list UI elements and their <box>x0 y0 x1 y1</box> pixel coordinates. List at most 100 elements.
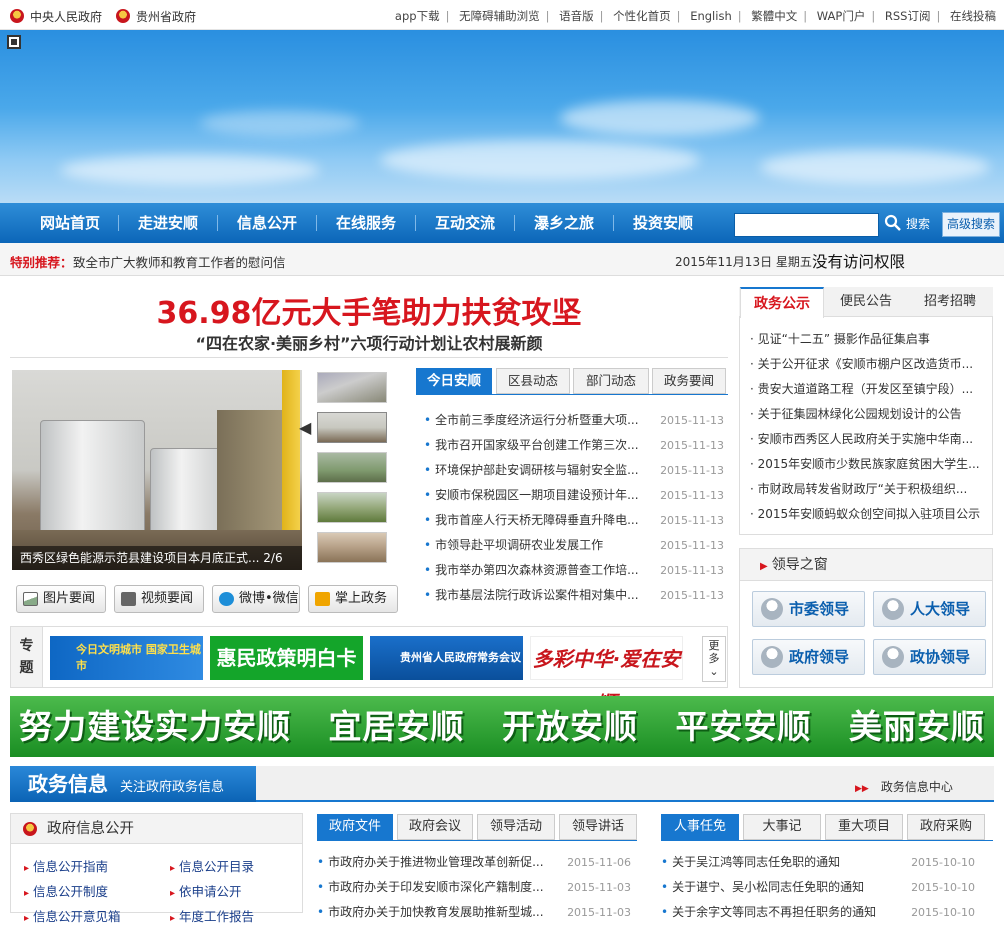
tab-major-projects[interactable]: 重大项目 <box>825 814 903 840</box>
national-emblem-icon <box>116 9 130 23</box>
link-info-feedback[interactable]: 信息公开意见箱 <box>24 906 121 925</box>
link-annual-report[interactable]: 年度工作报告 <box>170 906 254 925</box>
link-app-download[interactable]: app下载 <box>395 9 440 23</box>
advanced-search-button[interactable]: 高级搜索 <box>942 212 1000 237</box>
topic-banner-love-anshun[interactable]: 多彩中华·爱在安顺 <box>530 636 683 715</box>
topic-banner-policy-card[interactable]: 惠民政策明白卡 <box>210 636 363 680</box>
photo-thumbnail[interactable] <box>317 492 387 523</box>
photo-thumbnail[interactable] <box>317 452 387 483</box>
tab-chronicle[interactable]: 大事记 <box>743 814 821 840</box>
leader-cppcc-button[interactable]: 政协领导 <box>873 639 986 675</box>
tab-personnel[interactable]: 人事任免 <box>661 814 739 840</box>
news-item[interactable]: • 我市基层法院行政诉讼案件相对集中... 2015-11-13 <box>424 583 724 608</box>
link-rss[interactable]: RSS订阅 <box>885 9 931 23</box>
announcement-item[interactable]: · 2015年安顺蚂蚁众创空间拟入驻项目公示 <box>750 502 988 527</box>
recommend-link[interactable]: 致全市广大教师和教育工作者的慰问信 <box>73 252 286 271</box>
leader-party-committee-button[interactable]: 市委领导 <box>752 591 865 627</box>
link-personalized-home[interactable]: 个性化首页 <box>613 9 671 23</box>
announcement-item[interactable]: · 安顺市西秀区人民政府关于实施中华南... <box>750 427 988 452</box>
tab-gov-announcement[interactable]: 政务公示 <box>740 287 824 318</box>
slogan-banner: 努力建设实力安顺 宜居安顺 开放安顺 平安安顺 美丽安顺 <box>10 696 994 757</box>
tab-procurement[interactable]: 政府采购 <box>907 814 985 840</box>
recommend-label: 特别推荐： <box>10 255 73 270</box>
tab-gov-documents[interactable]: 政府文件 <box>317 814 393 840</box>
announcement-item[interactable]: · 市财政局转发省财政厅“关于积极组织... <box>750 477 988 502</box>
headline-title[interactable]: 36.98亿元大手笔助力扶贫攻坚 <box>10 288 728 332</box>
link-info-request[interactable]: 依申请公开 <box>170 881 242 900</box>
search-button[interactable]: 搜索 <box>880 211 938 237</box>
personnel-item[interactable]: • 关于吴江鸿等同志任免职的通知 2015-10-10 <box>661 850 975 875</box>
national-emblem-icon <box>23 822 37 836</box>
document-item[interactable]: • 市政府办关于推进物业管理改革创新促... 2015-11-06 <box>317 850 631 875</box>
announcement-item[interactable]: · 贵安大道道路工程（开发区至镇宁段）... <box>750 377 988 402</box>
mobile-icon <box>315 592 330 606</box>
tab-leader-activities[interactable]: 领导活动 <box>477 814 555 840</box>
nav-investment[interactable]: 投资安顺 <box>623 203 703 243</box>
news-item[interactable]: • 我市举办第四次森林资源普查工作培... 2015-11-13 <box>424 558 724 583</box>
nav-info-disclosure[interactable]: 信息公开 <box>227 203 307 243</box>
headline-subtitle[interactable]: “四在农家·美丽乡村”六项行动计划让农村展新颜 <box>10 330 728 354</box>
tab-today-anshun[interactable]: 今日安顺 <box>416 368 492 394</box>
weibo-wechat-button[interactable]: 微博•微信 <box>212 585 300 613</box>
double-arrow-icon: ▶▶ <box>855 784 869 794</box>
photo-carousel[interactable] <box>12 370 302 570</box>
photo-thumbnail[interactable] <box>317 412 387 443</box>
announcement-item[interactable]: · 见证“十二五” 摄影作品征集启事 <box>750 327 988 352</box>
personnel-item[interactable]: • 关于谌宁、吴小松同志任免职的通知 2015-10-10 <box>661 875 975 900</box>
nav-tourism[interactable]: 瀑乡之旅 <box>524 203 604 243</box>
photo-thumbnail[interactable] <box>317 372 387 403</box>
link-info-catalog[interactable]: 信息公开目录 <box>170 856 254 875</box>
weibo-icon <box>219 592 234 606</box>
nav-online-service[interactable]: 在线服务 <box>326 203 406 243</box>
tab-recruitment[interactable]: 招考招聘 <box>908 287 992 317</box>
link-central-government[interactable]: 中央人民政府 <box>10 8 102 25</box>
leader-government-button[interactable]: 政府领导 <box>752 639 865 675</box>
news-item[interactable]: • 市领导赴平坝调研农业发展工作 2015-11-13 <box>424 533 724 558</box>
topic-banner-civilized-city[interactable]: 今日文明城市 国家卫生城市 <box>50 636 203 680</box>
mobile-gov-button[interactable]: 掌上政务 <box>308 585 398 613</box>
tab-public-notice[interactable]: 便民公告 <box>826 287 906 317</box>
photo-thumbnail[interactable] <box>317 532 387 563</box>
nav-home[interactable]: 网站首页 <box>30 203 110 243</box>
nav-about[interactable]: 走进安顺 <box>128 203 208 243</box>
news-item[interactable]: • 我市召开国家级平台创建工作第三次... 2015-11-13 <box>424 433 724 458</box>
more-topics-button[interactable]: 更多 ⌄ <box>702 636 726 682</box>
link-english[interactable]: English <box>690 9 732 23</box>
photo-news-button[interactable]: 图片要闻 <box>16 585 106 613</box>
link-wap-portal[interactable]: WAP门户 <box>817 9 866 23</box>
leader-npc-button[interactable]: 人大领导 <box>873 591 986 627</box>
search-input[interactable] <box>734 213 879 237</box>
nav-interaction[interactable]: 互动交流 <box>425 203 505 243</box>
announcement-item[interactable]: · 关于征集园林绿化公园规划设计的公告 <box>750 402 988 427</box>
link-accessibility[interactable]: 无障碍辅助浏览 <box>459 9 540 23</box>
section-center-link[interactable]: ▶▶ 政务信息中心 <box>855 778 953 795</box>
topic-banner-executive-meeting[interactable]: 贵州省人民政府常务会议 <box>370 636 523 680</box>
chevron-down-icon: ⌄ <box>709 665 719 678</box>
news-item[interactable]: • 环境保护部赴安调研核与辐射安全监... 2015-11-13 <box>424 458 724 483</box>
national-emblem-icon <box>10 9 24 23</box>
link-info-system[interactable]: 信息公开制度 <box>24 881 108 900</box>
link-provincial-government[interactable]: 贵州省政府 <box>116 8 196 25</box>
announcement-item[interactable]: · 关于公开征求《安顺市棚户区改造货币... <box>750 352 988 377</box>
news-item[interactable]: • 我市首座人行天桥无障碍垂直升降电... 2015-11-13 <box>424 508 724 533</box>
tab-county-news[interactable]: 区县动态 <box>496 368 570 394</box>
triangle-right-icon: ▶ <box>760 561 768 572</box>
photo-caption[interactable]: 西秀区绿色能源示范县建设项目本月底正式... 2/6 <box>12 546 302 570</box>
video-news-button[interactable]: 视频要闻 <box>114 585 204 613</box>
link-voice-version[interactable]: 语音版 <box>559 9 594 23</box>
tab-gov-meetings[interactable]: 政府会议 <box>397 814 473 840</box>
news-item[interactable]: • 全市前三季度经济运行分析暨重大项... 2015-11-13 <box>424 408 724 433</box>
announcement-item[interactable]: · 2015年安顺市少数民族家庭贫困大学生... <box>750 452 988 477</box>
news-item[interactable]: • 安顺市保税园区一期项目建设预计年... 2015-11-13 <box>424 483 724 508</box>
document-item[interactable]: • 市政府办关于印发安顺市深化产籍制度... 2015-11-03 <box>317 875 631 900</box>
person-icon <box>761 646 783 668</box>
divider <box>10 357 728 358</box>
link-traditional-chinese[interactable]: 繁體中文 <box>751 9 797 23</box>
link-submit-article[interactable]: 在线投稿 <box>950 9 996 23</box>
tab-gov-news[interactable]: 政务要闻 <box>652 368 726 394</box>
info-disclosure-title: 政府信息公开 <box>11 814 302 844</box>
tab-department-news[interactable]: 部门动态 <box>573 368 649 394</box>
link-info-guide[interactable]: 信息公开指南 <box>24 856 108 875</box>
tab-leader-speeches[interactable]: 领导讲话 <box>559 814 637 840</box>
accessibility-toggle-icon[interactable] <box>7 35 21 49</box>
